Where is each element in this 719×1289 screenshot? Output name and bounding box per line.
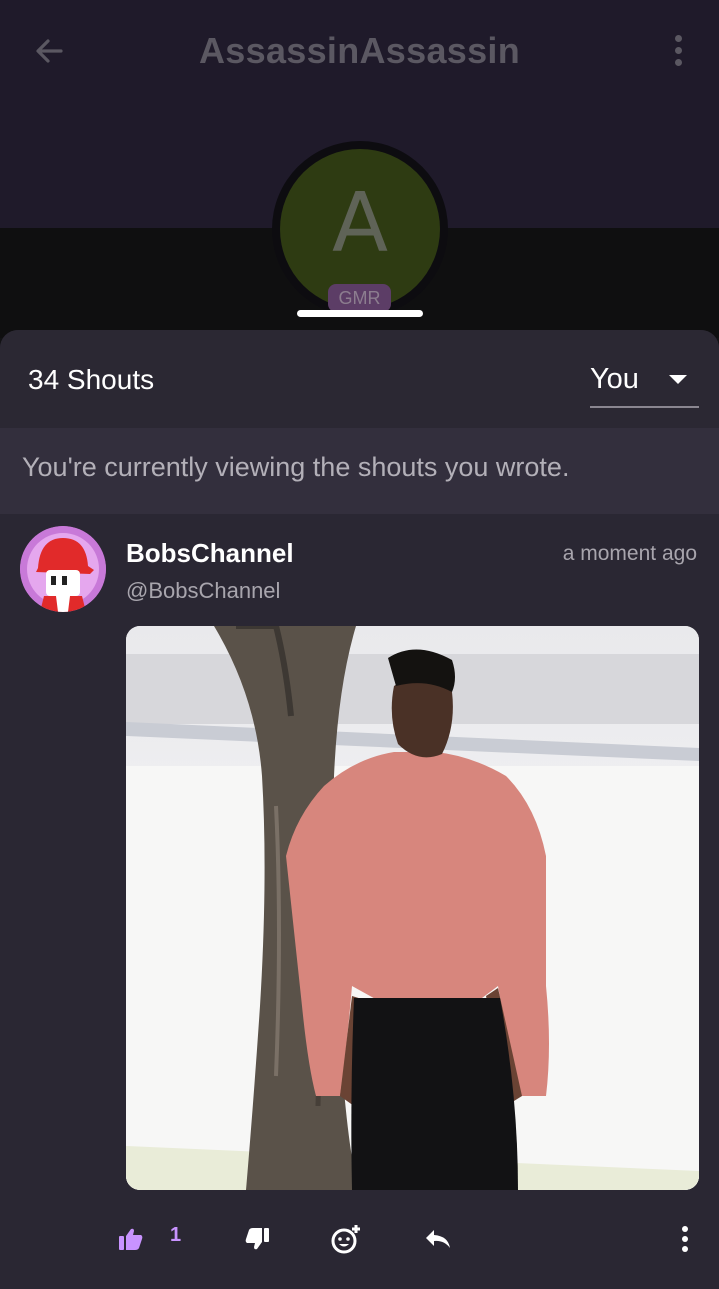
add-reaction-icon	[331, 1225, 360, 1254]
like-count: 1	[170, 1224, 182, 1246]
shout-filter-dropdown[interactable]: You	[590, 358, 699, 408]
author-name[interactable]: BobsChannel	[126, 538, 294, 569]
reply-button[interactable]	[422, 1222, 454, 1256]
gamer-badge: GMR	[328, 284, 391, 312]
shout-count: 34 Shouts	[28, 364, 155, 395]
notice-text: You're currently viewing the shouts you …	[22, 452, 570, 482]
shouts-header: 34 Shouts You	[0, 330, 719, 428]
shout-post: BobsChannel @BobsChannel a moment ago 1	[0, 514, 719, 1289]
thumbs-up-icon	[119, 1228, 143, 1250]
dislike-button[interactable]	[242, 1222, 272, 1256]
thumbs-down-icon	[245, 1228, 269, 1250]
post-image[interactable]	[126, 626, 699, 1190]
like-button[interactable]	[116, 1222, 146, 1256]
post-timestamp: a moment ago	[562, 542, 697, 565]
chevron-down-icon	[669, 375, 687, 384]
page-title: AssassinAssassin	[199, 30, 520, 71]
filter-value: You	[590, 363, 639, 395]
avatar-letter: A	[331, 175, 389, 271]
filter-notice: You're currently viewing the shouts you …	[0, 428, 719, 514]
author-avatar[interactable]	[20, 526, 106, 612]
media-photo	[126, 626, 699, 1190]
sheet-drag-handle[interactable]	[297, 310, 423, 317]
post-actions: 1	[0, 1204, 719, 1284]
add-reaction-button[interactable]	[328, 1222, 364, 1256]
more-options-button[interactable]	[663, 28, 693, 72]
reply-icon	[426, 1230, 450, 1248]
shouts-sheet: 34 Shouts You You're currently viewing t…	[0, 330, 719, 1289]
post-more-button[interactable]	[672, 1222, 698, 1256]
more-vertical-icon	[674, 34, 682, 42]
author-handle: @BobsChannel	[126, 578, 281, 603]
more-vertical-icon	[682, 1226, 688, 1232]
character-avatar-icon	[20, 526, 106, 612]
